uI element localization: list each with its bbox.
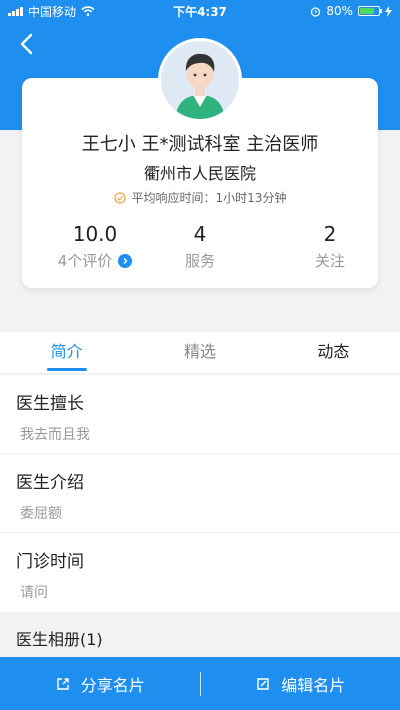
wifi-icon [81,6,95,16]
intro-content: 医生擅长 我去而且我 医生介绍 委屈额 门诊时间 请问 [0,375,400,612]
battery-fill [360,8,375,14]
rating-label: 4个评价 [57,252,113,270]
response-time-text: 平均响应时间：1小时13分钟 [131,191,287,205]
share-card-button[interactable]: 分享名片 [0,657,200,710]
signal-icon [8,6,23,16]
doctor-name-title: 王七小 王*测试科室 主治医师 [81,134,319,155]
share-icon [57,677,69,690]
chevron-right-icon[interactable] [118,253,133,268]
hospital-name: 衢州市人民医院 [143,164,256,183]
rating-stat[interactable]: 10.0 4个评价 [40,222,150,271]
alarm-icon [311,6,321,17]
follow-value: 2 [323,222,337,246]
section-title: 医生擅长 [16,394,84,414]
tab-activity[interactable]: 动态 [267,332,400,373]
header-wedge-left [0,105,22,127]
edit-card-label: 编辑名片 [281,675,346,695]
rating-value: 10.0 [72,222,118,246]
doctor-avatar-illustration [161,41,239,119]
status-bar-left: 中国移动 [8,3,138,20]
rating-label-row[interactable]: 4个评价 [40,250,150,271]
section-introduction: 医生介绍 委屈额 [0,454,400,533]
service-stat: 4 服务 [150,222,250,271]
bottom-action-bar: 分享名片 编辑名片 [0,657,400,710]
profile-tabs: 简介 精选 动态 [0,332,400,374]
status-time: 下午4:37 [173,4,227,19]
section-expertise: 医生擅长 我去而且我 [0,375,400,454]
status-bar: 中国移动 下午4:37 80% [0,0,400,22]
battery-icon [358,6,382,16]
header-wedge-right [378,105,400,127]
doctor-album-header[interactable]: 医生相册(1) [0,612,400,657]
service-value: 4 [193,222,207,246]
status-bar-right: 80% [262,4,392,18]
back-chevron-icon[interactable] [14,30,42,58]
service-label: 服务 [184,252,215,270]
section-title: 门诊时间 [16,552,84,572]
battery-percent: 80% [326,4,353,18]
charging-icon [385,5,392,17]
edit-icon [257,677,269,690]
doctor-avatar [158,38,242,122]
share-card-label: 分享名片 [80,675,145,695]
section-value: 委屈额 [20,506,62,522]
check-circle-icon [113,191,126,204]
section-title: 医生介绍 [16,473,84,493]
section-value: 我去而且我 [20,427,90,443]
section-value: 请问 [20,585,48,601]
section-clinic-hours: 门诊时间 请问 [0,533,400,612]
tab-intro[interactable]: 简介 [0,332,133,373]
edit-card-button[interactable]: 编辑名片 [201,657,400,710]
carrier-label: 中国移动 [28,4,77,19]
tab-featured[interactable]: 精选 [133,332,266,373]
response-time-row: 平均响应时间：1小时13分钟 [0,189,400,206]
follow-label: 关注 [314,252,345,270]
follow-stat: 2 关注 [280,222,380,271]
